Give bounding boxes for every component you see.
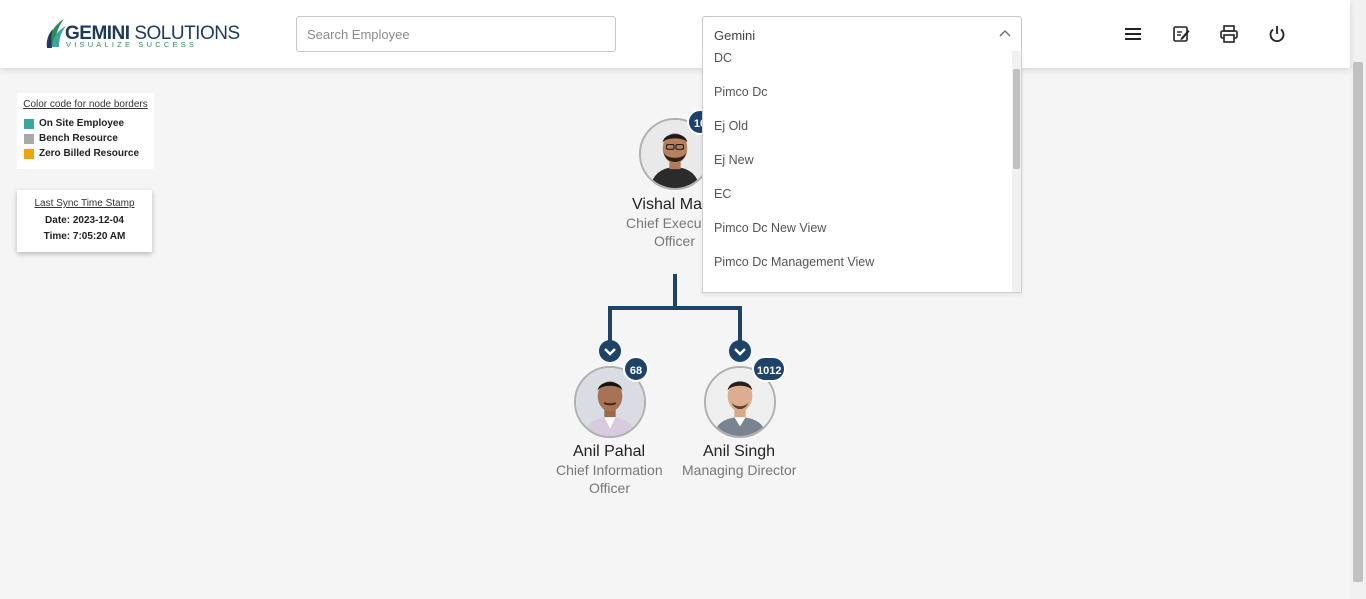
node-border-legend: Color code for node borders On Site Empl… — [17, 93, 154, 169]
child-name: Anil Singh — [703, 443, 776, 460]
sync-time: Time: 7:05:20 AM — [43, 231, 126, 242]
dropdown-option[interactable]: Pimco Dc — [703, 75, 1013, 109]
connector-line — [608, 306, 612, 342]
dropdown-option[interactable]: Ej Old — [703, 109, 1013, 143]
sync-title: Last Sync Time Stamp — [34, 198, 135, 209]
legend-item: Bench Resource — [23, 131, 148, 146]
root-name: Vishal Ma — [632, 196, 702, 213]
expand-node-button[interactable] — [729, 340, 751, 362]
legend-label: On Site Employee — [39, 118, 125, 129]
chevron-up-icon — [999, 30, 1011, 37]
zero-billed-swatch — [24, 148, 34, 159]
dropdown-scrollbar[interactable] — [1012, 51, 1021, 292]
search-employee-input[interactable] — [296, 16, 616, 52]
child-count-badge: 68 — [623, 356, 649, 382]
view-select[interactable]: Gemini — [702, 16, 1022, 52]
child-count-badge: 1012 — [752, 356, 787, 382]
expand-node-button[interactable] — [599, 340, 621, 362]
dropdown-scroll-thumb[interactable] — [1013, 69, 1020, 169]
legend-item: On Site Employee — [23, 116, 148, 131]
view-dropdown-menu: DC Pimco Dc Ej Old Ej New EC Pimco Dc Ne… — [702, 51, 1022, 293]
dropdown-option[interactable]: EC — [703, 177, 1013, 211]
page-scroll-thumb[interactable] — [1353, 62, 1363, 582]
onsite-swatch — [24, 118, 34, 129]
menu-icon[interactable] — [1123, 24, 1143, 44]
dropdown-option[interactable]: Ej New — [703, 143, 1013, 177]
bench-swatch — [24, 133, 34, 144]
logo-tagline: VISUALIZE SUCCESS — [66, 40, 198, 49]
company-logo[interactable]: GEMINI SOLUTIONS VISUALIZE SUCCESS — [46, 17, 240, 51]
print-icon[interactable] — [1219, 24, 1239, 44]
child-role-line2: Officer — [589, 480, 630, 496]
legend-label: Zero Billed Resource — [39, 148, 140, 159]
legend-title: Color code for node borders — [23, 99, 148, 110]
connector-line — [608, 306, 742, 310]
edit-note-icon[interactable] — [1171, 24, 1191, 44]
connector-line — [673, 274, 677, 308]
power-icon[interactable] — [1267, 24, 1287, 44]
child-role-line1: Chief Information — [556, 462, 663, 478]
dropdown-option[interactable]: Pimco Dc Management View — [703, 245, 1013, 279]
child-name: Anil Pahal — [573, 443, 646, 460]
connector-line — [738, 306, 742, 342]
child-role-line1: Managing Director — [682, 462, 797, 478]
root-role-line2: Officer — [654, 233, 695, 249]
top-header: GEMINI SOLUTIONS VISUALIZE SUCCESS — [0, 0, 1350, 68]
legend-label: Bench Resource — [39, 133, 118, 144]
sync-date: Date: 2023-12-04 — [45, 215, 124, 226]
legend-item: Zero Billed Resource — [23, 146, 148, 161]
sync-timestamp-card: Last Sync Time Stamp Date: 2023-12-04 Ti… — [17, 190, 152, 252]
root-role-line1: Chief Execu — [626, 215, 702, 231]
dropdown-option[interactable]: Pimco Dc New View — [703, 211, 1013, 245]
dropdown-option[interactable]: DC — [703, 51, 1013, 75]
page-scrollbar[interactable] — [1350, 0, 1366, 599]
view-select-value: Gemini — [714, 28, 756, 43]
chevron-down-icon — [604, 348, 616, 356]
chevron-down-icon — [734, 348, 746, 356]
